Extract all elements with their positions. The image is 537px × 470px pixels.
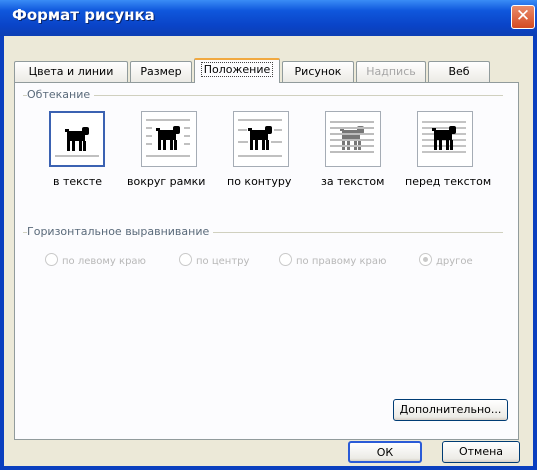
wrap-inline-button[interactable] <box>49 111 105 167</box>
radio-circle <box>45 253 58 266</box>
wrap-tight-label: по контуру <box>227 175 292 188</box>
wrap-in-front-button[interactable] <box>417 111 473 167</box>
position-tab-panel: Обтекание в тексте вокруг рамки по конту… <box>14 82 519 440</box>
inline-with-text-icon <box>55 127 99 157</box>
wrap-square-button[interactable] <box>141 111 197 167</box>
tab-colors-and-lines[interactable]: Цвета и линии <box>14 61 128 82</box>
wrap-inline-label: в тексте <box>53 175 103 188</box>
wrap-square-label: вокруг рамки <box>127 175 206 188</box>
align-center-radio[interactable]: по центру <box>179 253 249 267</box>
wrapping-group-line <box>23 95 503 96</box>
align-right-radio[interactable]: по правому краю <box>279 253 386 267</box>
tab-position[interactable]: Положение <box>194 58 280 83</box>
wrap-behind-label: за текстом <box>321 175 385 188</box>
tab-web[interactable]: Веб <box>428 61 490 82</box>
in-front-of-text-icon <box>422 121 466 153</box>
wrapping-group-title: Обтекание <box>27 88 95 101</box>
title-bar[interactable]: Формат рисунка ✕ <box>0 0 537 36</box>
behind-text-icon <box>330 121 374 153</box>
square-wrap-icon <box>146 119 190 157</box>
close-icon[interactable]: ✕ <box>511 5 535 29</box>
window-title: Формат рисунка <box>12 6 155 24</box>
advanced-button[interactable]: Дополнительно... <box>393 399 508 421</box>
alignment-group-title: Горизонтальное выравнивание <box>27 225 214 238</box>
tab-text-box[interactable]: Надпись <box>356 61 426 82</box>
cancel-button[interactable]: Отмена <box>442 441 520 463</box>
radio-circle <box>179 253 192 266</box>
format-picture-dialog: Формат рисунка ✕ Цвета и линии Размер По… <box>0 0 537 470</box>
wrap-tight-button[interactable] <box>233 111 289 167</box>
align-left-radio[interactable]: по левому краю <box>45 253 146 267</box>
radio-circle <box>279 253 292 266</box>
wrap-in-front-label: перед текстом <box>405 175 492 188</box>
radio-circle-checked <box>419 253 432 266</box>
align-other-radio[interactable]: другое <box>419 253 473 267</box>
tab-size[interactable]: Размер <box>130 61 192 82</box>
tight-wrap-icon <box>238 119 282 157</box>
wrap-behind-button[interactable] <box>325 111 381 167</box>
ok-button[interactable]: ОК <box>348 441 422 463</box>
tab-picture[interactable]: Рисунок <box>282 61 354 82</box>
